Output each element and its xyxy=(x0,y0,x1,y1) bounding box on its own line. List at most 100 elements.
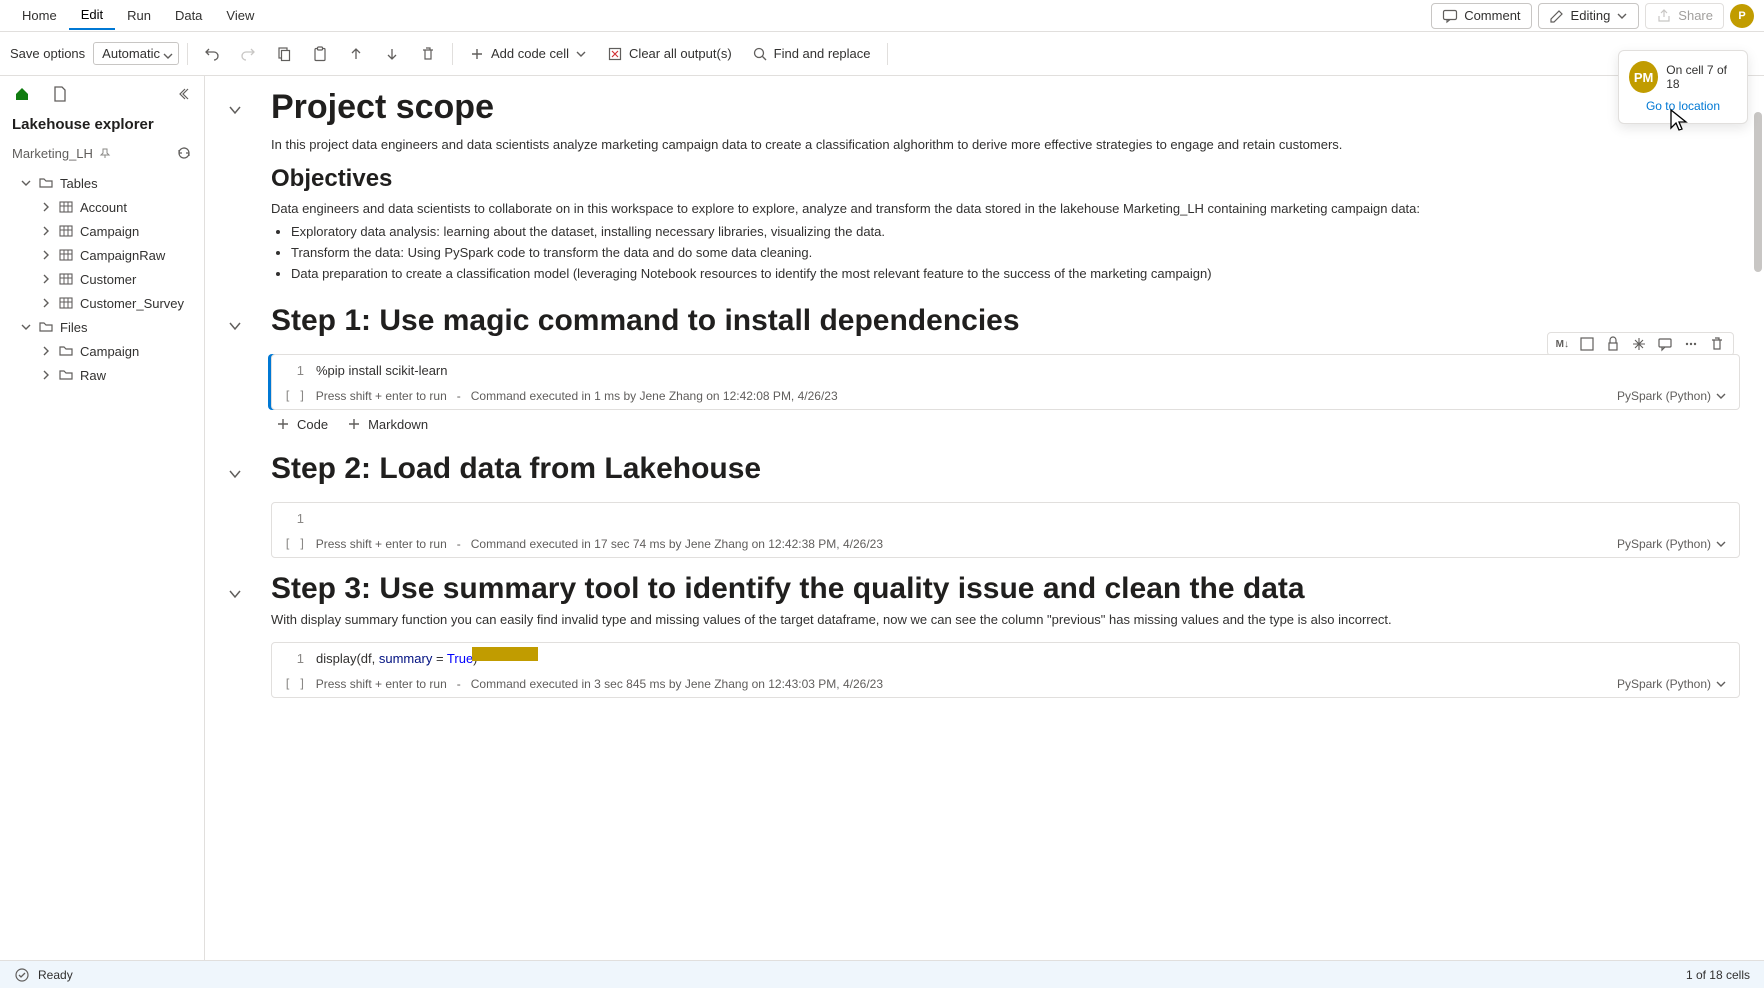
pin-icon[interactable] xyxy=(99,147,111,159)
delete-button[interactable] xyxy=(412,41,444,67)
code-cell[interactable]: 1 display(df, summary = True) [ ] Press … xyxy=(215,642,1740,698)
run-hint: Press shift + enter to run xyxy=(316,677,447,691)
move-up-button[interactable] xyxy=(340,41,372,67)
freeze-icon[interactable] xyxy=(1631,336,1647,352)
chevron-down-icon xyxy=(575,48,587,60)
code-content[interactable]: display(df, summary = True) xyxy=(316,651,478,666)
tree-label: Customer xyxy=(80,272,136,287)
redo-icon xyxy=(240,46,256,62)
collapse-caret-icon[interactable] xyxy=(227,466,243,482)
code-cell[interactable]: M↓ 1 %pip install scikit-learn [ xyxy=(215,354,1740,438)
notebook-area[interactable]: Project scope In this project data engin… xyxy=(205,76,1764,960)
kernel-selector[interactable]: PySpark (Python) xyxy=(1617,677,1727,691)
exec-bracket: [ ] xyxy=(284,677,306,691)
convert-md-icon[interactable]: M↓ xyxy=(1556,339,1569,350)
menu-run[interactable]: Run xyxy=(115,2,163,29)
tree-tables[interactable]: Tables xyxy=(0,171,204,195)
exec-bracket: [ ] xyxy=(284,537,306,551)
tree-item-customer-survey[interactable]: Customer_Survey xyxy=(0,291,204,315)
kernel-selector[interactable]: PySpark (Python) xyxy=(1617,537,1727,551)
share-icon xyxy=(1656,8,1672,24)
user-avatar[interactable]: P xyxy=(1730,4,1754,28)
move-down-button[interactable] xyxy=(376,41,408,67)
tree-files[interactable]: Files xyxy=(0,315,204,339)
objectives-paragraph: Data engineers and data scientists to co… xyxy=(271,199,1740,219)
collaborator-avatar: PM xyxy=(1629,61,1658,93)
tree-file-raw[interactable]: Raw xyxy=(0,363,204,387)
kernel-selector[interactable]: PySpark (Python) xyxy=(1617,389,1727,403)
chevron-down-icon xyxy=(1616,10,1628,22)
chevron-right-icon xyxy=(40,297,52,309)
tree-files-label: Files xyxy=(60,320,87,335)
more-icon[interactable] xyxy=(1683,336,1699,352)
lock-icon[interactable] xyxy=(1605,336,1621,352)
menu-view[interactable]: View xyxy=(214,2,266,29)
collapse-caret-icon[interactable] xyxy=(227,102,243,118)
collapse-caret-icon[interactable] xyxy=(227,586,243,602)
chevron-right-icon xyxy=(40,201,52,213)
add-markdown-below[interactable]: Markdown xyxy=(346,416,428,432)
code-cell[interactable]: 1 [ ] Press shift + enter to run - Comma… xyxy=(215,502,1740,558)
plus-icon xyxy=(346,416,362,432)
comment-label: Comment xyxy=(1464,8,1520,23)
collapse-caret-icon[interactable] xyxy=(227,318,243,334)
clear-output-button[interactable]: Clear all output(s) xyxy=(599,41,740,67)
comment-cell-icon[interactable] xyxy=(1657,336,1673,352)
pencil-icon xyxy=(1549,8,1565,24)
undo-button[interactable] xyxy=(196,41,228,67)
collapse-sidebar-icon[interactable] xyxy=(178,86,194,102)
tree-label: Customer_Survey xyxy=(80,296,184,311)
add-code-label: Add code cell xyxy=(491,46,569,61)
chevron-down-icon xyxy=(162,50,174,62)
editing-dropdown[interactable]: Editing xyxy=(1538,3,1640,29)
scope-title: Project scope xyxy=(271,88,1740,127)
search-icon xyxy=(752,46,768,62)
menu-home[interactable]: Home xyxy=(10,2,69,29)
step3-paragraph: With display summary function you can ea… xyxy=(271,610,1740,630)
tree-item-campaign[interactable]: Campaign xyxy=(0,219,204,243)
menu-edit[interactable]: Edit xyxy=(69,1,115,30)
exec-status: Command executed in 17 sec 74 ms by Jene… xyxy=(471,537,883,551)
objectives-item: Transform the data: Using PySpark code t… xyxy=(291,243,1740,264)
tree-item-account[interactable]: Account xyxy=(0,195,204,219)
tree-item-customer[interactable]: Customer xyxy=(0,267,204,291)
find-replace-label: Find and replace xyxy=(774,46,871,61)
toolbar: Save options Automatic Add code cell Cle… xyxy=(0,32,1764,76)
comment-button[interactable]: Comment xyxy=(1431,3,1531,29)
status-cells: 1 of 18 cells xyxy=(1686,968,1750,982)
refresh-icon[interactable] xyxy=(176,145,192,161)
add-code-cell-button[interactable]: Add code cell xyxy=(461,41,595,67)
plus-icon xyxy=(469,46,485,62)
vertical-scrollbar[interactable] xyxy=(1754,82,1762,954)
collaborator-highlight xyxy=(472,647,538,661)
clear-output-label: Clear all output(s) xyxy=(629,46,732,61)
add-code-below[interactable]: Code xyxy=(275,416,328,432)
exec-status: Command executed in 1 ms by Jene Zhang o… xyxy=(471,389,838,403)
delete-cell-icon[interactable] xyxy=(1709,336,1725,352)
status-bar: Ready 1 of 18 cells xyxy=(0,960,1764,988)
save-options-label: Save options xyxy=(10,46,85,61)
run-hint: Press shift + enter to run xyxy=(316,537,447,551)
share-button[interactable]: Share xyxy=(1645,3,1724,29)
lakehouse-tab-icon[interactable] xyxy=(12,84,32,104)
menu-data[interactable]: Data xyxy=(163,2,214,29)
code-content[interactable] xyxy=(316,511,320,526)
chevron-down-icon xyxy=(1715,538,1727,550)
copy-button[interactable] xyxy=(268,41,300,67)
files-tab-icon[interactable] xyxy=(50,84,70,104)
folder-icon xyxy=(58,343,74,359)
expand-icon[interactable] xyxy=(1579,336,1595,352)
table-icon xyxy=(58,247,74,263)
tree-item-campaignraw[interactable]: CampaignRaw xyxy=(0,243,204,267)
code-content[interactable]: %pip install scikit-learn xyxy=(316,363,448,378)
find-replace-button[interactable]: Find and replace xyxy=(744,41,879,67)
exec-status: Command executed in 3 sec 845 ms by Jene… xyxy=(471,677,883,691)
run-hint: Press shift + enter to run xyxy=(316,389,447,403)
redo-button[interactable] xyxy=(232,41,264,67)
tree-file-campaign[interactable]: Campaign xyxy=(0,339,204,363)
paste-button[interactable] xyxy=(304,41,336,67)
clipboard-icon xyxy=(312,46,328,62)
editing-label: Editing xyxy=(1571,8,1611,23)
save-mode-select[interactable]: Automatic xyxy=(93,42,179,65)
table-icon xyxy=(58,199,74,215)
